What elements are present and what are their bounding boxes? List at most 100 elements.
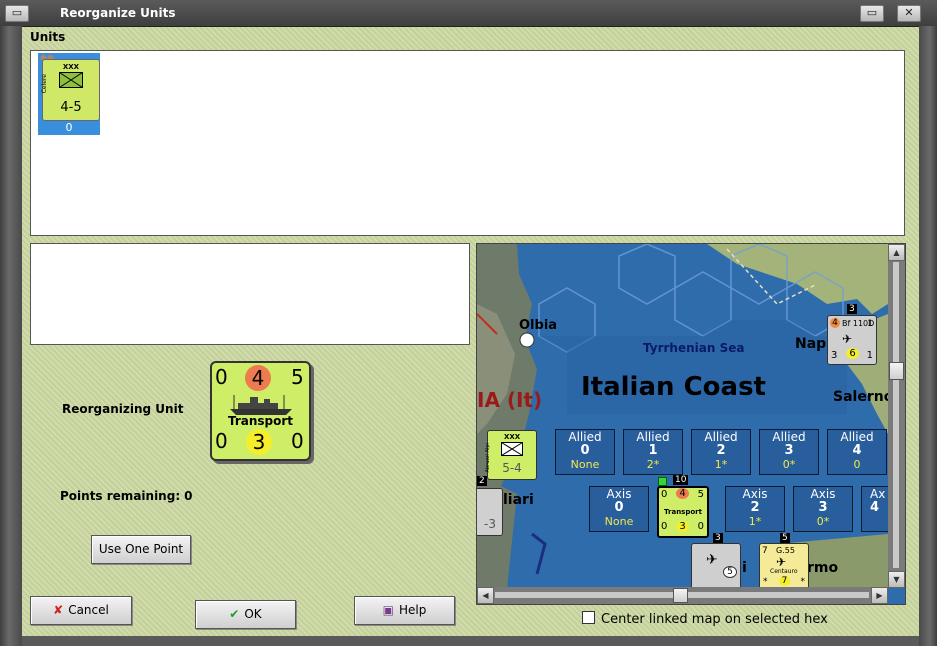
ju52-counter[interactable]: ✈ 5 [691, 543, 741, 590]
scroll-up-icon[interactable]: ▲ [888, 244, 905, 261]
left-counter-strength: -3 [484, 517, 496, 531]
units-list[interactable]: ●● XXX Celere 4-5 0 [30, 50, 905, 236]
map-transport-counter[interactable]: 0 4 5 Transport 0 3 0 [657, 486, 709, 538]
reorganizing-unit-counter[interactable]: 0 4 5 Transport 0 3 0 [210, 361, 311, 461]
bf110-counter[interactable]: 4 Bf 110D 1 ✈ 3 6 1 [827, 315, 877, 365]
minimize-button[interactable]: ▭ [5, 5, 29, 22]
points-remaining-label: Points remaining: [60, 489, 181, 503]
units-label: Units [30, 30, 66, 44]
scroll-left-icon[interactable]: ◀ [477, 587, 494, 604]
unit-slot-selected[interactable]: ●● XXX Celere 4-5 0 [38, 53, 100, 135]
counter-bot-mid: 3 [246, 429, 272, 455]
hscroll-thumb[interactable] [673, 588, 688, 603]
vscroll-track[interactable] [893, 262, 899, 568]
center-map-label: Center linked map on selected hex [601, 612, 828, 627]
infantry-symbol-icon [59, 72, 83, 88]
counter-bot-right: 0 [291, 429, 304, 453]
map-label-olbia: Olbia [519, 318, 558, 333]
slot-title: Allied [704, 430, 738, 444]
slot-title: Allied [636, 430, 670, 444]
bf110-top-left: 4 [830, 318, 840, 328]
vscroll-thumb[interactable] [889, 362, 904, 380]
counter-top-mid: 4 [245, 365, 271, 391]
axis-slot-0[interactable]: Axis 0 None [589, 486, 649, 532]
allied-slot-1[interactable]: Allied 1 2* [623, 429, 683, 475]
slot-value: 0 [580, 443, 590, 458]
slot-value: 3 [784, 443, 794, 458]
counter-type: Transport [227, 414, 294, 428]
map-label-salerno: Salerno [833, 389, 894, 405]
map-horizontal-scrollbar[interactable]: ◀ ▶ [477, 587, 888, 604]
bf110-stack-count: 3 [847, 304, 857, 314]
slot-sub: 0* [782, 458, 796, 471]
mt-top-right: 5 [697, 489, 704, 500]
slot-value: 2 [750, 500, 760, 515]
infantry-symbol-icon [501, 442, 523, 456]
left-frame-border [0, 26, 22, 646]
map-label-cagliari: liari [503, 492, 534, 508]
plane-icon: ✈ [842, 332, 853, 346]
slot-value: 2 [716, 443, 726, 458]
left-partial-counter[interactable]: -3 [477, 488, 503, 536]
unit-counter[interactable]: XXX Celere 4-5 [41, 59, 100, 121]
allied-slot-4[interactable]: Allied 4 0 [827, 429, 887, 475]
slot-title: Axis [742, 487, 768, 501]
slot-sub: 1* [714, 458, 728, 471]
right-frame-border [919, 26, 937, 646]
reorganizing-unit-label: Reorganizing Unit [62, 402, 184, 416]
g55-bot-mid: 7 [779, 576, 790, 586]
transport-stack-count: 10 [673, 475, 689, 485]
counter-top-left: 0 [215, 365, 228, 389]
unit-strength: 4-5 [60, 100, 82, 115]
mt-bot-right: 0 [697, 521, 704, 532]
map-label-napoli: Napl [795, 336, 831, 352]
plane-icon: ✈ [776, 555, 787, 569]
center-map-checkbox[interactable] [582, 611, 595, 624]
slot-value: 0 [614, 500, 624, 515]
scroll-right-icon[interactable]: ▶ [871, 587, 888, 604]
ok-button[interactable]: ✔ OK [195, 600, 296, 629]
g55-stack-count: 5 [780, 533, 790, 543]
left-stack-count: 2 [477, 476, 487, 486]
map-label-palermo: rmo [807, 560, 839, 576]
cancel-button[interactable]: ✘ Cancel [30, 596, 132, 625]
plane-icon: ✈ [706, 552, 718, 568]
help-button[interactable]: ▣ Help [354, 596, 455, 625]
allied-slot-2[interactable]: Allied 2 1* [691, 429, 751, 475]
bf110-bot-left: 3 [831, 350, 838, 361]
map-label-partial: i [742, 560, 747, 576]
slot-sub: None [570, 458, 600, 471]
cancel-label: Cancel [68, 603, 109, 617]
slot-value: 1 [648, 443, 658, 458]
close-button[interactable]: ✕ [897, 5, 921, 22]
abruzzi-counter[interactable]: XXX Abruzzi Alpi 5-4 [485, 430, 537, 480]
linked-map[interactable]: Olbia Tyrrhenian Sea Napl Salerno Italia… [476, 243, 906, 605]
slot-title: Allied [772, 430, 806, 444]
map-vertical-scrollbar[interactable]: ▲ ▼ [888, 244, 905, 588]
ju52-stack-count: 3 [713, 533, 723, 543]
bf110-top-right: 1 [867, 319, 873, 329]
center-map-option[interactable]: Center linked map on selected hex [582, 611, 828, 627]
slot-sub: 0 [853, 458, 861, 471]
g55-counter[interactable]: 7 G.55 ✈ Centauro * 7 * [759, 543, 809, 590]
mt-type: Transport [664, 508, 702, 516]
slot-title: Axis [810, 487, 836, 501]
help-label: Help [398, 603, 427, 617]
unit-size: XXX [62, 63, 80, 71]
g55-bot-left: * [763, 577, 768, 587]
bf110-bot-mid: 6 [846, 348, 859, 359]
use-one-point-button[interactable]: Use One Point [91, 535, 191, 564]
axis-slot-3[interactable]: Axis 3 0* [793, 486, 853, 532]
abruzzi-size: XXX [504, 433, 521, 441]
allied-slot-3[interactable]: Allied 3 0* [759, 429, 819, 475]
unit-info-panel [30, 243, 470, 345]
cancel-x-icon: ✘ [53, 603, 64, 617]
axis-slot-2[interactable]: Axis 2 1* [725, 486, 785, 532]
slot-sub: 1* [748, 515, 762, 528]
ju52-value: 5 [723, 566, 737, 578]
restore-button[interactable]: ▭ [860, 5, 884, 22]
ok-check-icon: ✔ [229, 607, 240, 621]
allied-slot-0[interactable]: Allied 0 None [555, 429, 615, 475]
points-remaining: Points remaining: 0 [60, 489, 192, 503]
scroll-down-icon[interactable]: ▼ [888, 571, 905, 588]
